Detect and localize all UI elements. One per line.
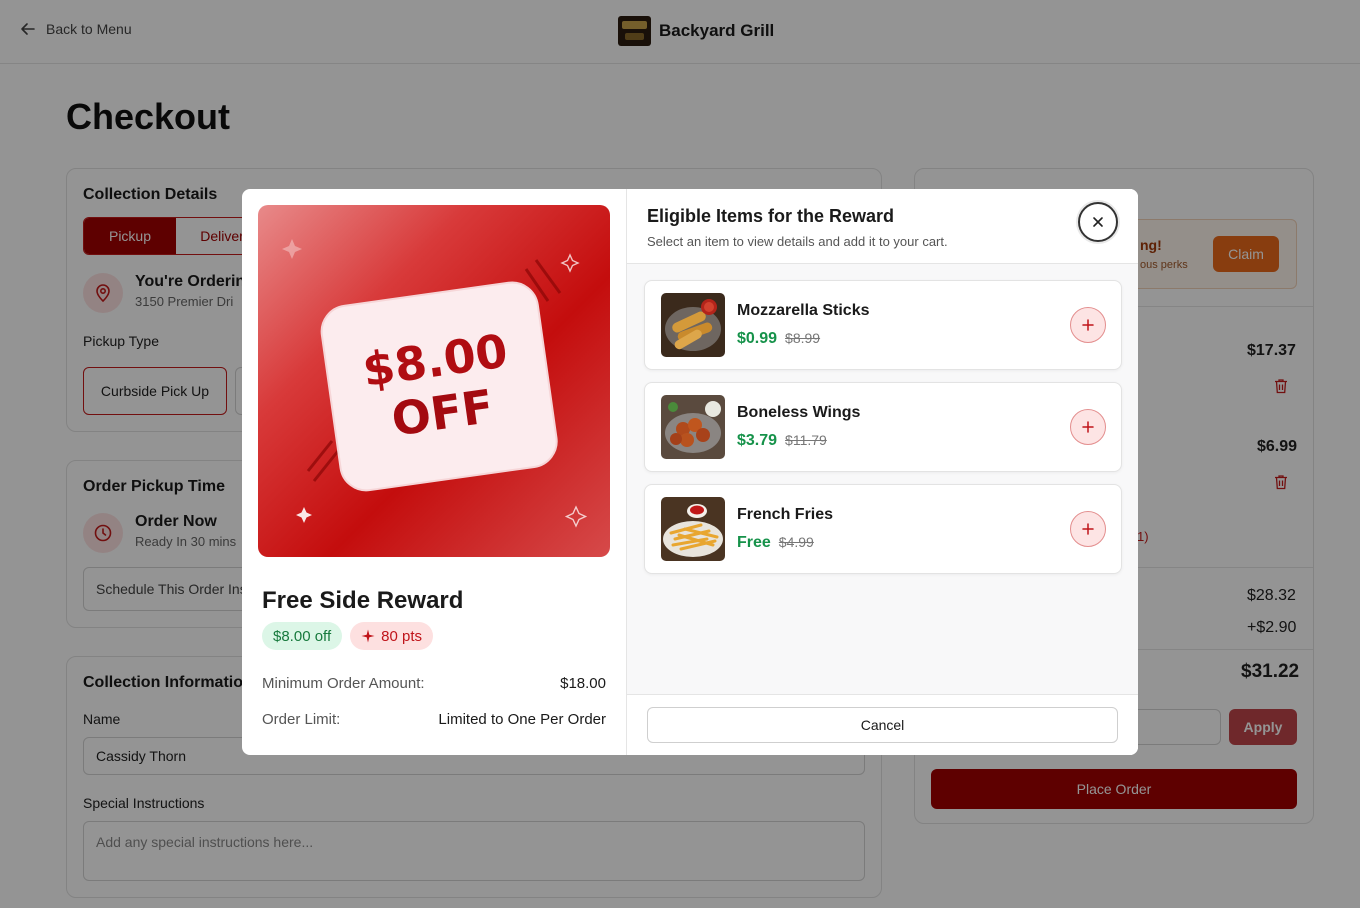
sparkle-icon	[564, 505, 588, 528]
hero-coupon-text: $8.00 OFF	[320, 291, 559, 486]
boneless-wings-image	[661, 395, 725, 459]
sparkle-icon	[560, 253, 580, 273]
min-order-value: $18.00	[560, 675, 606, 692]
add-item-button[interactable]	[1070, 511, 1106, 547]
item-original-price: $4.99	[778, 534, 814, 550]
modal-footer: Cancel	[627, 694, 1138, 755]
eligible-items-header: Eligible Items for the Reward Select an …	[627, 189, 1138, 264]
item-price: $3.79	[737, 432, 778, 449]
mozzarella-sticks-image	[661, 293, 725, 357]
reward-details-panel: $8.00 OFF Free Side Reward $8.00 off 80 …	[242, 189, 627, 755]
points-badge: 80 pts	[350, 622, 433, 650]
plus-icon	[1082, 319, 1094, 331]
eligible-item[interactable]: Boneless Wings $3.79 $11.79	[644, 382, 1122, 472]
min-order-row: Minimum Order Amount: $18.00	[262, 675, 606, 692]
close-icon	[1093, 217, 1103, 227]
item-prices: $3.79 $11.79	[737, 432, 827, 450]
cancel-button[interactable]: Cancel	[647, 707, 1118, 743]
sparkle-icon	[296, 507, 312, 523]
order-limit-label: Order Limit:	[262, 711, 341, 728]
discount-badge: $8.00 off	[262, 622, 343, 650]
reward-modal: $8.00 OFF Free Side Reward $8.00 off 80 …	[242, 189, 1138, 755]
add-item-button[interactable]	[1070, 307, 1106, 343]
eligible-item[interactable]: Mozzarella Sticks $0.99 $8.99	[644, 280, 1122, 370]
sparkle-icon	[282, 239, 302, 259]
item-prices: $0.99 $8.99	[737, 330, 820, 348]
close-button[interactable]	[1078, 202, 1118, 242]
item-price: $0.99	[737, 330, 778, 347]
item-original-price: $11.79	[785, 432, 827, 448]
eligible-items-title: Eligible Items for the Reward	[647, 206, 895, 226]
item-name: Mozzarella Sticks	[737, 302, 870, 319]
item-name: Boneless Wings	[737, 404, 861, 421]
plus-icon	[1082, 523, 1094, 535]
min-order-label: Minimum Order Amount:	[262, 675, 425, 692]
points-value: 80 pts	[381, 627, 422, 645]
order-limit-row: Order Limit: Limited to One Per Order	[262, 711, 606, 728]
eligible-item[interactable]: French Fries Free $4.99	[644, 484, 1122, 574]
french-fries-image	[661, 497, 725, 561]
item-original-price: $8.99	[785, 330, 821, 346]
eligible-items-panel: Eligible Items for the Reward Select an …	[627, 189, 1138, 755]
reward-title: Free Side Reward	[262, 587, 464, 614]
item-prices: Free $4.99	[737, 534, 814, 552]
item-name: French Fries	[737, 506, 834, 523]
eligible-items-subtitle: Select an item to view details and add i…	[647, 234, 948, 249]
reward-badges: $8.00 off 80 pts	[262, 622, 433, 650]
add-item-button[interactable]	[1070, 409, 1106, 445]
item-price: Free	[737, 534, 771, 551]
plus-icon	[1082, 421, 1094, 433]
order-limit-value: Limited to One Per Order	[438, 711, 606, 728]
sparkle-icon	[361, 629, 375, 643]
reward-hero-image: $8.00 OFF	[258, 205, 610, 557]
